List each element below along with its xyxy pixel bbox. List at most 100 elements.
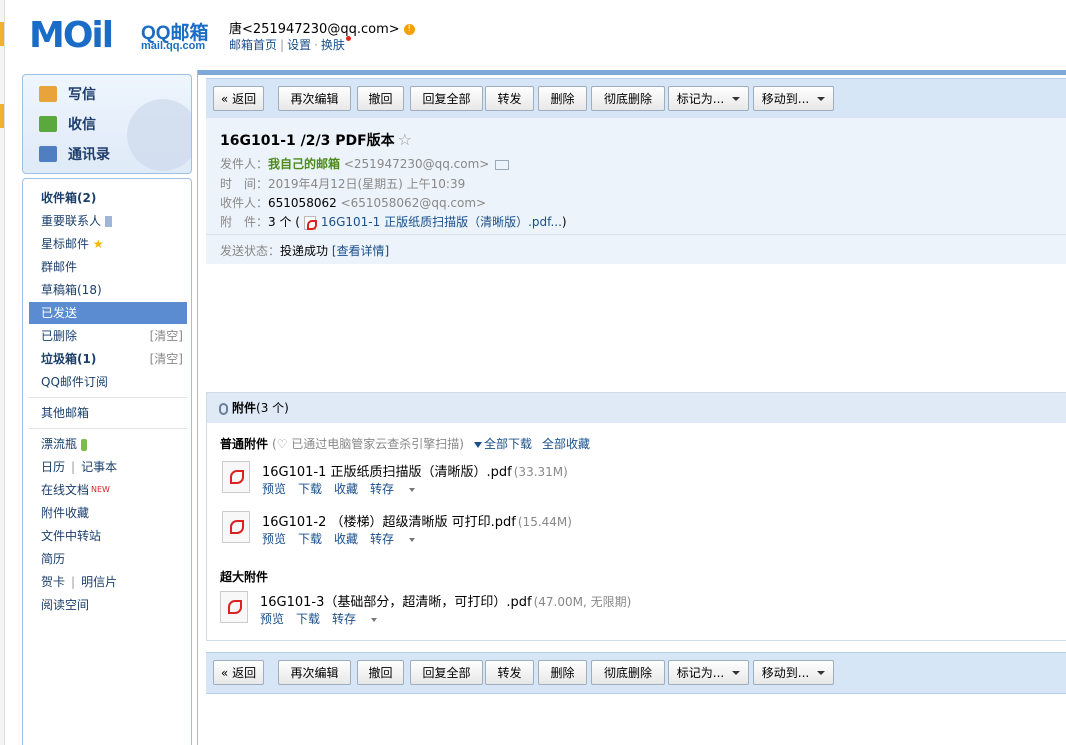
pdf-icon [303,215,317,230]
reedit-button[interactable]: 再次编辑 [278,660,351,685]
save-to-dropdown[interactable]: 转存 [332,612,389,626]
file-size: (47.00M, 无限期) [533,595,632,609]
save-to-dropdown[interactable]: 转存 [370,532,427,546]
app-resume[interactable]: 简历 [29,548,187,570]
attachment-name: 16G101-1 正版纸质扫描版（清晰版）.pdf (33.31M) [262,461,568,480]
mail-home-link[interactable]: 邮箱首页 [229,38,277,52]
folder-group-mail[interactable]: 群邮件 [29,256,187,278]
file-name[interactable]: 16G101-3（基础部分，超清晰，可打印）.pdf [260,595,532,610]
sender-name[interactable]: 我自己的邮箱 [268,157,340,171]
recipient-name[interactable]: 651058062 [268,196,337,210]
recall-button[interactable]: 撤回 [357,660,404,685]
contacts-button[interactable]: 通讯录 [39,143,110,165]
download-icon [473,442,482,448]
paren-open: ( [295,215,300,229]
delete-button[interactable]: 删除 [538,86,587,111]
top-accent-line [198,70,1066,75]
app-online-docs[interactable]: 在线文档 NEW [29,479,187,501]
download-all-label: 全部下载 [483,437,532,451]
qq-mail-logo[interactable]: MOil QQ邮箱 mail.qq.com [29,16,219,56]
folder-other-mailbox[interactable]: 其他邮箱 [29,402,187,424]
delete-permanently-button[interactable]: 彻底删除 [591,660,665,685]
recall-button[interactable]: 撤回 [357,86,404,111]
sender-label: 发件人： [220,157,269,171]
mark-as-dropdown[interactable]: 标记为... [668,86,749,111]
mark-as-dropdown[interactable]: 标记为... [668,660,749,685]
download-all-link[interactable]: 全部下载 [473,437,532,451]
reply-all-button[interactable]: 回复全部 [410,86,483,111]
back-button[interactable]: « 返回 [213,86,264,111]
save-to-dropdown[interactable]: 转存 [370,482,427,496]
mail-view: « 返回 再次编辑 撤回 回复全部 转发 删除 彻底删除 标记为... 移动到.… [197,70,1066,745]
collect-link[interactable]: 收藏 [334,482,358,496]
receive-label: 收信 [68,117,96,133]
reply-all-button[interactable]: 回复全部 [410,660,483,685]
reedit-button[interactable]: 再次编辑 [278,86,351,111]
normal-attachments-header: 普通附件 (♡ 已通过电脑管家云查杀引擎扫描) 全部下载 全部收藏 [220,435,590,452]
save-to-label: 转存 [332,612,357,626]
chevron-down-icon [409,487,416,492]
bottle-icon [81,438,88,451]
skin-link[interactable]: 换肤 [321,38,345,52]
preview-link[interactable]: 预览 [262,532,286,546]
collect-link[interactable]: 收藏 [334,532,358,546]
postcard-link[interactable]: 明信片 [81,575,117,589]
paren-close: ) [561,215,567,229]
attachments-header: 附件(3 个) [207,393,1066,423]
notebook-link[interactable]: 记事本 [81,460,117,474]
separator: · [314,38,318,52]
star-toggle-icon[interactable]: ☆ [398,130,412,149]
collect-all-link[interactable]: 全部收藏 [542,437,590,451]
alert-icon[interactable]: ! [403,24,415,35]
receive-button[interactable]: 收信 [39,113,96,135]
logo-domain: mail.qq.com [141,40,206,52]
preview-link[interactable]: 预览 [262,482,286,496]
attachment-summary-link[interactable]: 16G101-1 正版纸质扫描版（清晰版）.pdf... [321,215,562,229]
mark-as-label: 标记为... [676,92,725,106]
compose-button[interactable]: 写信 [39,83,96,105]
attachment-actions: 预览 下载 转存 [260,610,401,627]
status-details-link[interactable]: [查看详情] [332,244,389,258]
preview-link[interactable]: 预览 [260,612,284,626]
attachments-title: 附件 [232,401,257,415]
download-link[interactable]: 下载 [298,532,322,546]
folder-deleted[interactable]: 已删除 [清空] [29,325,187,347]
mail-header: 16G101-1 /2/3 PDF版本 ☆ 发件人：我自己的邮箱 <2519472… [206,118,1066,264]
delete-permanently-button[interactable]: 彻底删除 [591,86,665,111]
separator: | [280,38,285,52]
app-file-transfer[interactable]: 文件中转站 [29,525,187,547]
back-button[interactable]: « 返回 [213,660,264,685]
folder-starred[interactable]: 星标邮件 ★ [29,233,187,255]
app-reading-space[interactable]: 阅读空间 [29,594,187,616]
file-name[interactable]: 16G101-1 正版纸质扫描版（清晰版）.pdf [262,465,512,480]
cards-link[interactable]: 贺卡 [41,575,65,589]
folder-spam[interactable]: 垃圾箱(1) [清空] [29,348,187,370]
settings-link[interactable]: 设置 [287,38,311,52]
folder-inbox[interactable]: 收件箱(2) [29,187,187,209]
calendar-link[interactable]: 日历 [41,460,65,474]
download-link[interactable]: 下载 [298,482,322,496]
app-attachment-favorites[interactable]: 附件收藏 [29,502,187,524]
folder-vip-contacts[interactable]: 重要联系人 [29,210,187,232]
delete-button[interactable]: 删除 [538,660,587,685]
pdf-file-icon[interactable] [222,511,250,543]
status-value: 投递成功 [280,244,329,258]
move-to-dropdown[interactable]: 移动到... [753,86,834,111]
divider [206,234,1066,235]
folder-drafts[interactable]: 草稿箱(18) [29,279,187,301]
move-to-dropdown[interactable]: 移动到... [753,660,834,685]
clear-spam-link[interactable]: [清空] [150,348,183,370]
forward-button[interactable]: 转发 [485,86,534,111]
file-name[interactable]: 16G101-2 （楼梯）超级清晰版 可打印.pdf [262,515,516,530]
clear-deleted-link[interactable]: [清空] [150,325,183,347]
folder-sent[interactable]: 已发送 [29,302,187,324]
pdf-file-icon[interactable] [220,591,248,623]
forward-button[interactable]: 转发 [485,660,534,685]
attachment-actions: 预览 下载 收藏 转存 [262,530,439,547]
contact-card-icon[interactable] [495,159,510,170]
app-drift-bottle[interactable]: 漂流瓶 [29,433,187,455]
chevron-down-icon [371,617,378,622]
folder-subscription[interactable]: QQ邮件订阅 [29,371,187,393]
download-link[interactable]: 下载 [296,612,320,626]
pdf-file-icon[interactable] [222,461,250,493]
